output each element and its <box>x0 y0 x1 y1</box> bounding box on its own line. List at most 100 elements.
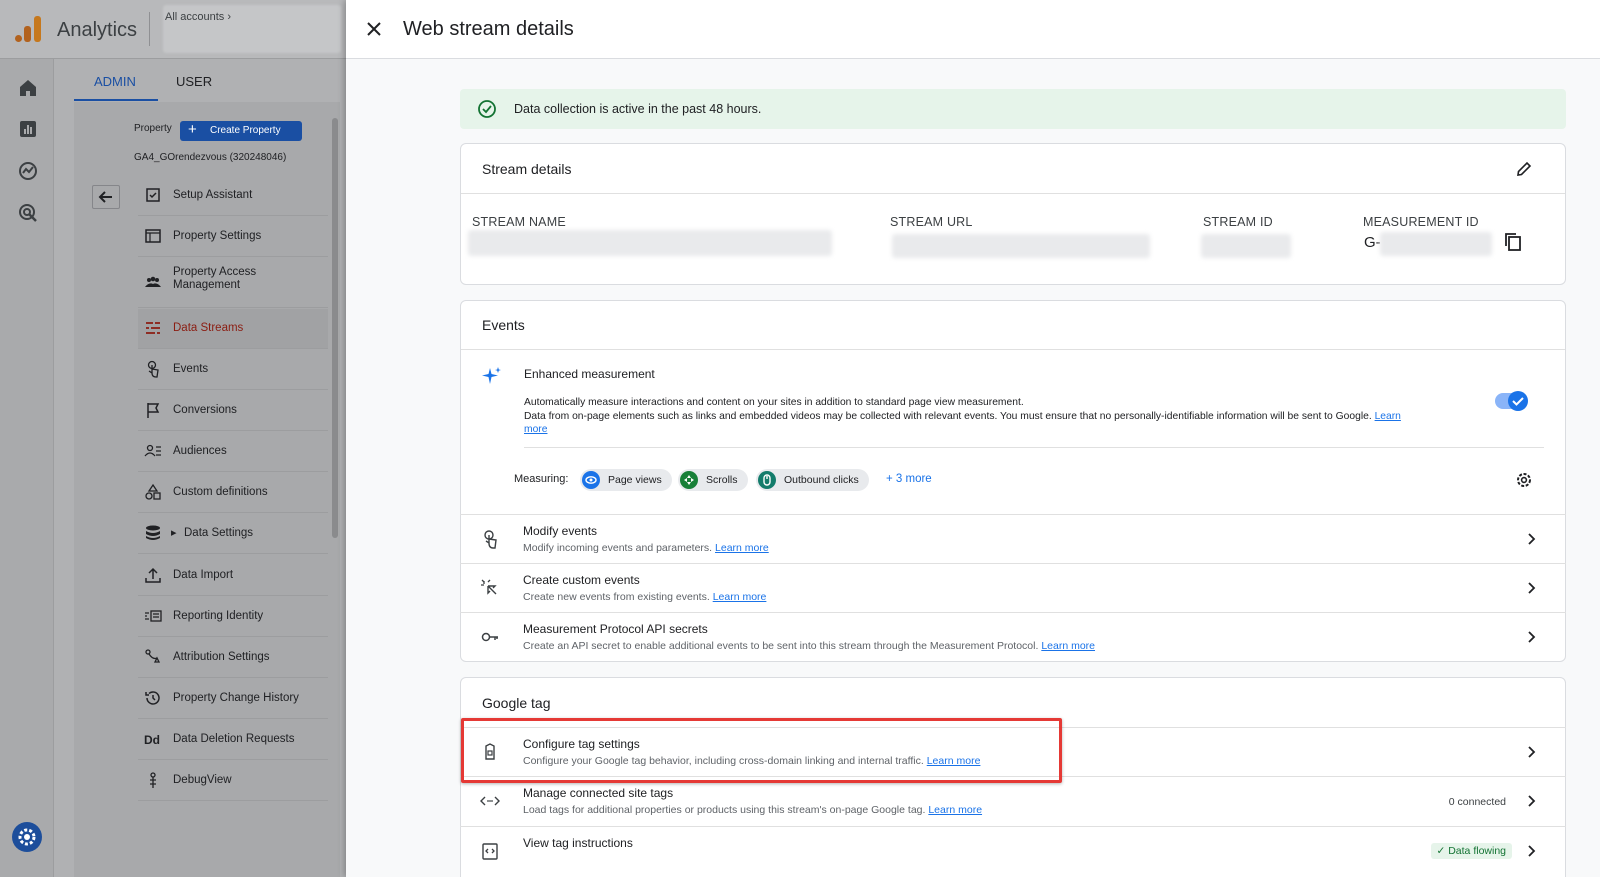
nav-item-custom-definitions[interactable]: Custom definitions <box>138 473 328 513</box>
mouse-icon <box>758 471 776 489</box>
measuring-label: Measuring: <box>514 473 569 485</box>
audience-icon <box>144 444 161 457</box>
window-icon <box>145 229 161 243</box>
stream-details-card: Stream details <box>460 143 1566 285</box>
stream-id-header: STREAM ID <box>1203 215 1273 229</box>
advertising-icon[interactable] <box>16 201 40 225</box>
connected-count-badge: 0 connected <box>1448 796 1506 808</box>
gear-icon <box>18 828 36 846</box>
panel-scrollbar[interactable] <box>332 118 338 538</box>
nav-item-setup-assistant[interactable]: Setup Assistant <box>138 176 328 216</box>
nav-item-audiences[interactable]: Audiences <box>138 432 328 472</box>
tab-user[interactable]: USER <box>176 74 212 89</box>
nav-item-data-deletion-requests[interactable]: Dd Data Deletion Requests <box>138 720 328 760</box>
chevron-right-icon <box>1528 795 1536 807</box>
google-tag-heading: Google tag <box>482 695 551 711</box>
check-circle-icon <box>478 100 496 118</box>
attribution-icon <box>145 649 161 663</box>
chevron-right-icon <box>1528 533 1536 545</box>
expand-caret-icon[interactable]: ▸ <box>171 526 177 539</box>
enhanced-toggle[interactable] <box>1495 391 1528 411</box>
property-label: Property <box>134 123 172 134</box>
chevron-right-icon <box>1528 631 1536 643</box>
close-icon[interactable] <box>364 19 384 39</box>
scroll-icon <box>680 471 698 489</box>
stream-id-redacted <box>1201 234 1291 258</box>
learn-more-link[interactable]: Learn more <box>1041 640 1095 652</box>
learn-more-link[interactable]: Learn more <box>715 542 769 554</box>
flag-icon <box>147 403 160 418</box>
enhanced-measurement-title: Enhanced measurement <box>524 367 655 381</box>
debug-icon <box>150 772 156 788</box>
row-title: Measurement Protocol API secrets <box>523 622 708 636</box>
learn-more-link-cont[interactable]: more <box>524 424 547 435</box>
chip-outbound-clicks[interactable]: Outbound clicks <box>756 469 869 491</box>
nav-item-property-access-management[interactable]: Property Access Management <box>138 258 328 308</box>
shapes-icon <box>145 483 161 500</box>
chip-scrolls[interactable]: Scrolls <box>678 469 748 491</box>
admin-gear-button[interactable] <box>12 822 42 852</box>
app-name: Analytics <box>57 19 138 41</box>
settings-gear-icon[interactable] <box>1514 470 1534 490</box>
event-row-create-custom-events[interactable]: Create custom events Create new events fr… <box>460 563 1566 612</box>
learn-more-link[interactable]: Learn more <box>713 591 767 603</box>
stream-details-heading: Stream details <box>482 161 572 177</box>
left-rail <box>0 59 54 877</box>
admin-side: Analytics All accounts › ADMIN USER Prop… <box>0 0 346 877</box>
people-icon <box>145 276 161 287</box>
nav-item-label: Data Deletion Requests <box>173 733 295 745</box>
nav-item-events[interactable]: Events <box>138 350 328 390</box>
row-desc: Create an API secret to enable additiona… <box>523 640 1096 652</box>
chevron-right-icon <box>1528 845 1536 857</box>
code-doc-icon <box>482 843 498 860</box>
touch-icon <box>147 360 159 378</box>
nav-item-attribution-settings[interactable]: Attribution Settings <box>138 638 328 678</box>
nav-item-reporting-identity[interactable]: Reporting Identity <box>138 597 328 637</box>
nav-item-label: Reporting Identity <box>173 610 264 622</box>
copy-icon[interactable] <box>1504 232 1522 252</box>
nav-item-label: Data Settings <box>184 527 254 539</box>
nav-item-label: Custom definitions <box>173 486 268 498</box>
measurement-id-header: MEASUREMENT ID <box>1363 215 1479 229</box>
stream-name-header: STREAM NAME <box>472 215 566 229</box>
key-icon <box>481 632 498 642</box>
chip-page-views[interactable]: Page views <box>580 469 672 491</box>
nav-item-label: Setup Assistant <box>173 189 253 201</box>
nav-item-label: DebugView <box>173 774 232 786</box>
banner-text: Data collection is active in the past 48… <box>514 102 762 116</box>
touch-icon <box>484 530 497 549</box>
explore-icon[interactable] <box>16 159 40 183</box>
nav-item-label: Audiences <box>173 445 227 457</box>
chevron-right-icon <box>1528 746 1536 758</box>
learn-more-link[interactable]: Learn <box>1375 411 1401 422</box>
code-dots-icon <box>480 796 500 806</box>
nav-item-data-settings[interactable]: ▸ Data Settings <box>138 514 328 554</box>
row-desc: Load tags for additional properties or p… <box>523 804 983 816</box>
nav-item-data-streams[interactable]: Data Streams <box>138 309 328 349</box>
back-button[interactable] <box>92 185 120 209</box>
home-icon[interactable] <box>16 76 40 100</box>
stream-url-header: STREAM URL <box>890 215 973 229</box>
learn-more-link[interactable]: Learn more <box>928 804 982 816</box>
sparkle-icon <box>482 367 501 384</box>
all-accounts-link[interactable]: All accounts › <box>165 11 231 23</box>
nav-item-label: Data Streams <box>173 322 244 334</box>
nav-item-property-settings[interactable]: Property Settings <box>138 217 328 257</box>
event-row-modify-events[interactable]: Modify events Modify incoming events and … <box>460 514 1566 563</box>
nav-item-data-import[interactable]: Data Import <box>138 556 328 596</box>
tag-row-view-tag-instructions[interactable]: View tag instructions ✓ Data flowing <box>460 826 1566 875</box>
nav-item-conversions[interactable]: Conversions <box>138 391 328 431</box>
event-row-measurement-protocol-api-secrets[interactable]: Measurement Protocol API secrets Create a… <box>460 612 1566 661</box>
measurement-id-redacted <box>1380 232 1492 256</box>
nav-item-debugview[interactable]: DebugView <box>138 761 328 801</box>
edit-icon[interactable] <box>1515 160 1533 178</box>
toggle-knob <box>1508 391 1528 411</box>
reports-icon[interactable] <box>16 117 40 141</box>
create-property-button[interactable]: + Create Property <box>180 121 302 141</box>
more-chips-link[interactable]: + 3 more <box>886 473 932 485</box>
nav-item-label: Events <box>173 363 209 375</box>
nav-item-property-change-history[interactable]: Property Change History <box>138 679 328 719</box>
tab-admin[interactable]: ADMIN <box>94 74 136 89</box>
nav-item-label: Attribution Settings <box>173 651 270 663</box>
tag-row-manage-connected-site-tags[interactable]: Manage connected site tags Load tags for … <box>460 776 1566 825</box>
